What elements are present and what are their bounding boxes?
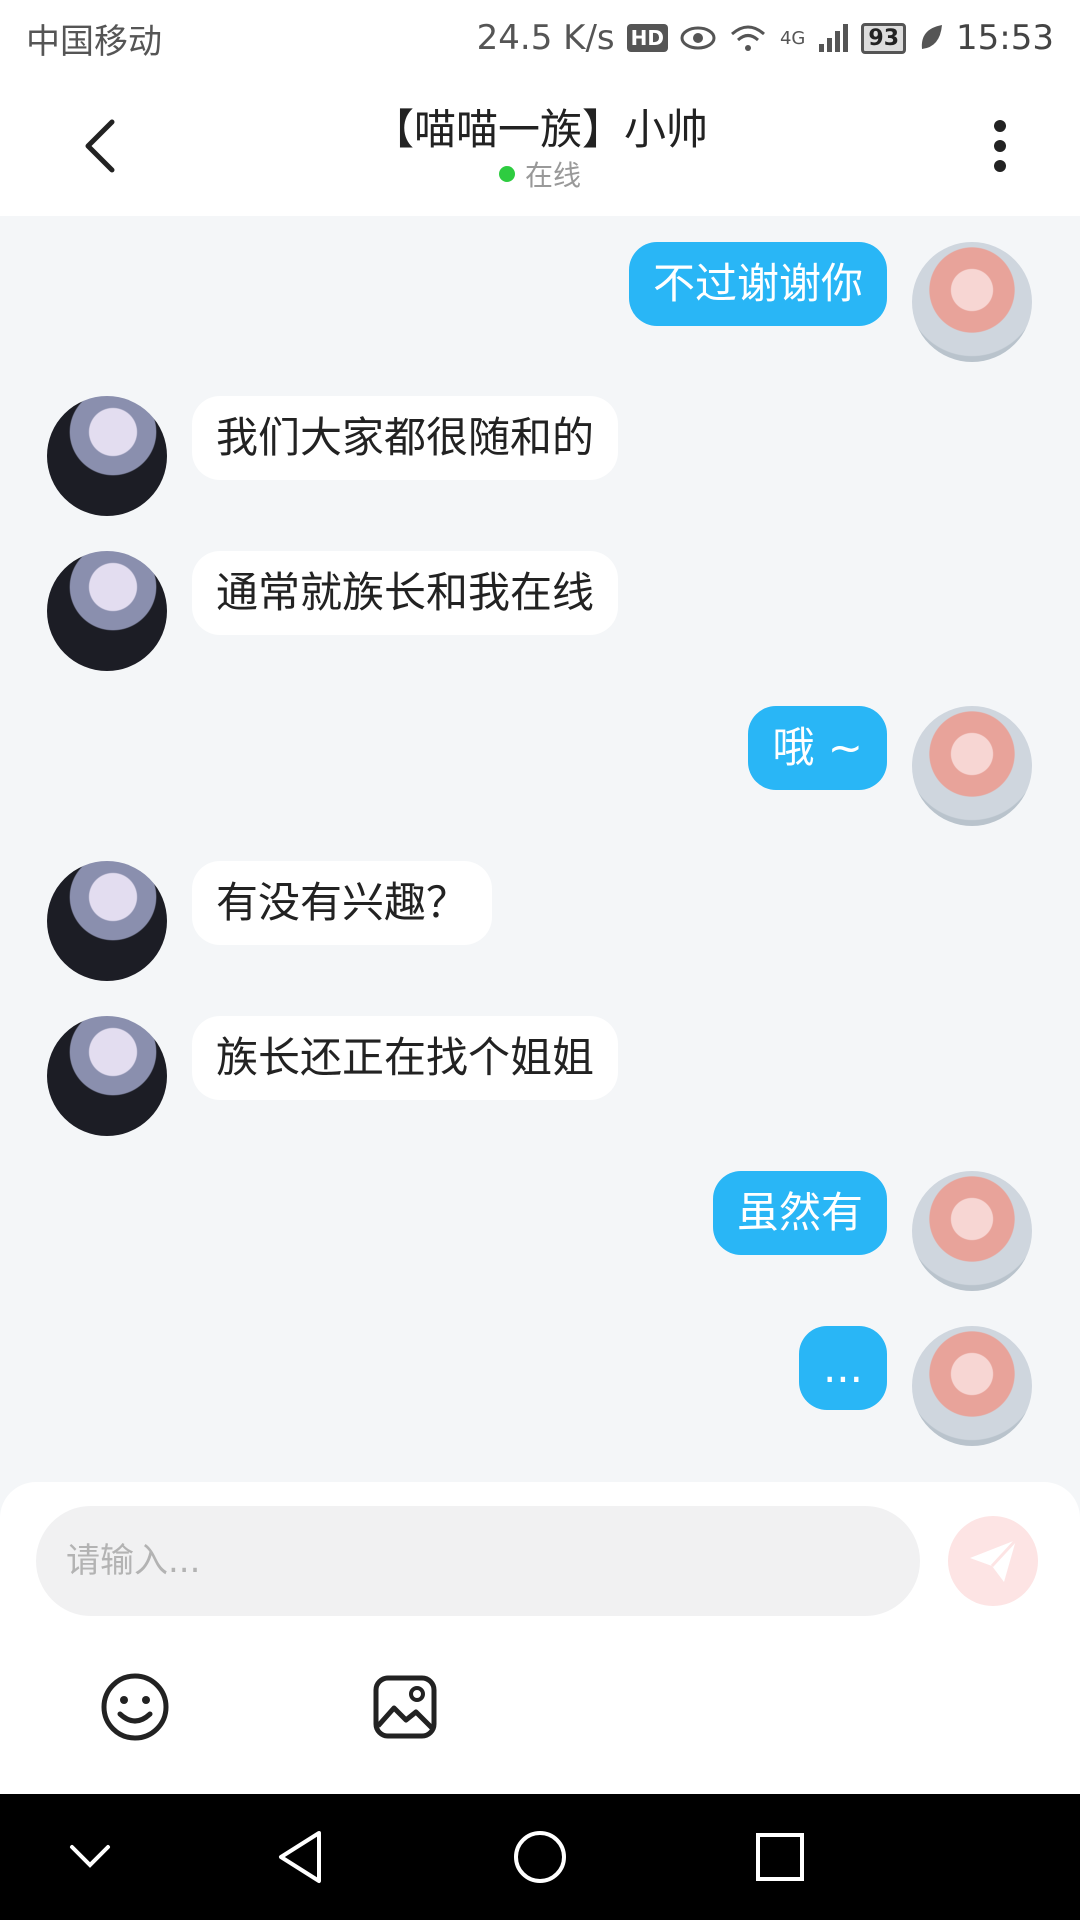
message-bubble-outgoing[interactable]: 不过谢谢你 [628, 242, 887, 326]
wifi-icon [730, 25, 765, 51]
more-vertical-icon [994, 120, 1006, 172]
message-bubble-incoming[interactable]: 族长还正在找个姐姐 [192, 1016, 619, 1100]
message-bubble-incoming[interactable]: 我们大家都很随和的 [192, 396, 619, 480]
clock: 15:53 [956, 18, 1054, 58]
status-icons: 24.5 K/s HD 4G 93 15:53 [477, 18, 1054, 58]
my-avatar[interactable] [912, 1171, 1032, 1291]
nav-home-button[interactable] [500, 1817, 580, 1897]
chevron-down-icon [70, 1845, 110, 1868]
nav-recents-button[interactable] [740, 1817, 820, 1897]
image-picker-button[interactable] [360, 1662, 450, 1752]
more-options-button[interactable] [960, 106, 1040, 186]
contact-avatar[interactable] [47, 861, 167, 981]
message-row: 族长还正在找个姐姐 [0, 1016, 1080, 1136]
message-row: 通常就族长和我在线 [0, 551, 1080, 671]
message-row: 虽然有 [0, 1171, 1080, 1291]
message-bubble-incoming[interactable]: 通常就族长和我在线 [192, 551, 619, 635]
contact-avatar[interactable] [47, 1016, 167, 1136]
nav-back-button[interactable] [260, 1817, 340, 1897]
send-icon [970, 1538, 1018, 1582]
network-speed: 24.5 K/s [476, 18, 615, 58]
emoji-button[interactable] [90, 1662, 180, 1752]
contact-avatar[interactable] [47, 396, 167, 516]
nav-hide-button[interactable] [50, 1817, 130, 1897]
message-bubble-outgoing[interactable]: 哦 ~ [748, 706, 887, 790]
my-avatar[interactable] [912, 242, 1032, 362]
message-bubble-outgoing[interactable]: 虽然有 [712, 1171, 887, 1255]
eye-icon [680, 26, 716, 50]
presence-status: 在线 [0, 154, 1080, 194]
image-icon [373, 1675, 437, 1739]
message-row: 哦 ~ [0, 706, 1080, 826]
composer-panel [0, 1482, 1080, 1794]
message-list[interactable]: 不过谢谢你 我们大家都很随和的 通常就族长和我在线 哦 ~ 有没有兴趣？ 族长还… [0, 216, 1080, 1482]
signal-icon [819, 24, 849, 52]
message-row: ... [0, 1326, 1080, 1446]
message-row: 不过谢谢你 [0, 242, 1080, 362]
circle-home-icon [514, 1831, 566, 1883]
network-type: 4G [779, 27, 806, 49]
my-avatar[interactable] [912, 706, 1032, 826]
hd-icon: HD [626, 24, 668, 52]
square-recents-icon [756, 1833, 804, 1881]
system-nav-bar [0, 1794, 1080, 1920]
presence-label: 在线 [524, 159, 581, 192]
contact-avatar[interactable] [47, 551, 167, 671]
message-bubble-incoming[interactable]: 有没有兴趣？ [192, 861, 493, 945]
leaf-icon [921, 25, 943, 49]
send-button[interactable] [948, 1516, 1038, 1606]
message-row: 有没有兴趣？ [0, 861, 1080, 981]
message-input[interactable] [36, 1506, 920, 1616]
chat-header: 【喵喵一族】小帅 在线 [0, 76, 1080, 216]
triangle-back-icon [279, 1831, 321, 1883]
chat-title: 【喵喵一族】小帅 [371, 105, 708, 154]
carrier-label: 中国移动 [26, 21, 162, 62]
online-dot-icon [498, 166, 515, 182]
battery-indicator: 93 [861, 22, 907, 54]
status-bar: 中国移动 24.5 K/s HD 4G 93 15:53 [0, 0, 1080, 76]
message-bubble-outgoing[interactable]: ... [798, 1326, 887, 1410]
my-avatar[interactable] [912, 1326, 1032, 1446]
emoji-icon [101, 1673, 169, 1741]
message-row: 我们大家都很随和的 [0, 396, 1080, 516]
